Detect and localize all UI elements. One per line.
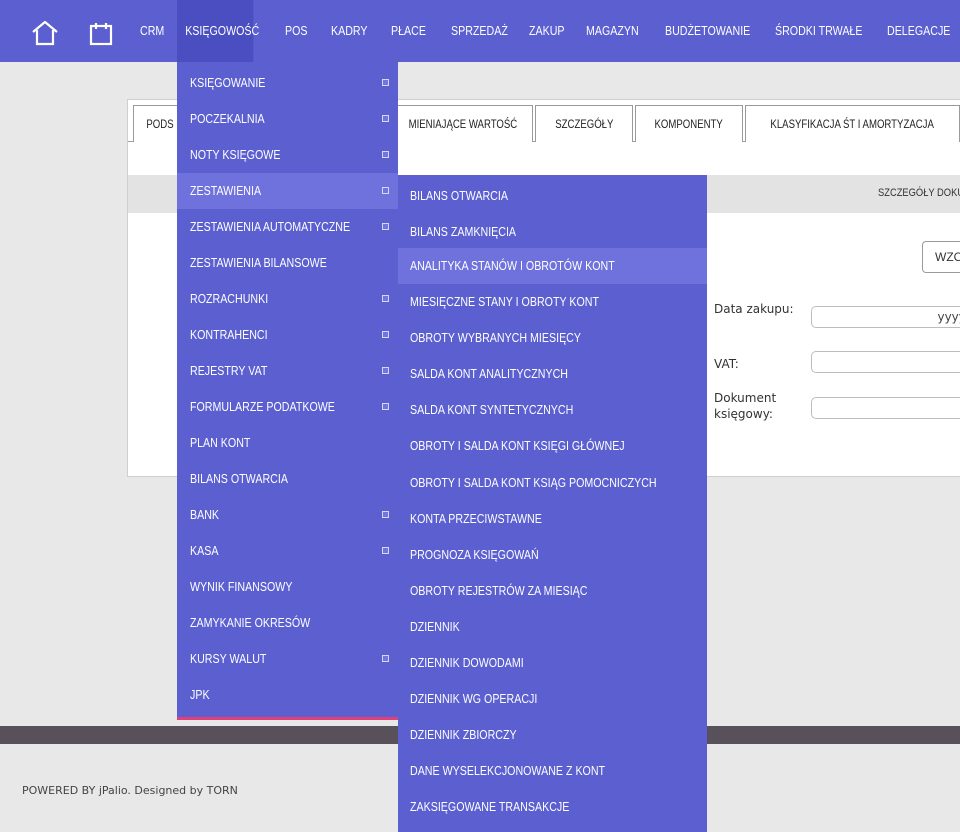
submenu-item-dziennik-zbiorczy[interactable]: DZIENNIK ZBIORCZY	[398, 717, 707, 753]
submenu-item-dziennik-dowodami[interactable]: DZIENNIK DOWODAMI	[398, 645, 707, 681]
submenu-item-obroty-ksiegi-glownej[interactable]: OBROTY I SALDA KONT KSIĘGI GŁÓWNEJ	[398, 428, 707, 464]
submenu-arrow-icon	[382, 547, 389, 554]
menu-item-zestawienia-automatyczne[interactable]: ZESTAWIENIA AUTOMATYCZNE	[177, 209, 398, 245]
submenu-item-dziennik-wg-operacji[interactable]: DZIENNIK WG OPERACJI	[398, 681, 707, 717]
calendar-icon[interactable]	[88, 21, 114, 47]
menu-item-formularze-podatkowe[interactable]: FORMULARZE PODATKOWE	[177, 389, 398, 425]
submenu-item-konta-przeciwstawne[interactable]: KONTA PRZECIWSTAWNE	[398, 501, 707, 537]
submenu-item-salda-syntetycznych[interactable]: SALDA KONT SYNTETYCZNYCH	[398, 392, 707, 428]
input-data-zakupu[interactable]: yyyy-	[811, 306, 960, 328]
menu-item-rejestry-vat[interactable]: REJESTRY VAT	[177, 353, 398, 389]
home-icon[interactable]	[30, 20, 60, 46]
submenu-arrow-icon	[382, 403, 389, 410]
menu-item-plan-kont[interactable]: PLAN KONT	[177, 425, 398, 461]
nav-item-pos[interactable]: POS	[285, 0, 308, 62]
menu-item-kasa[interactable]: KASA	[177, 533, 398, 569]
submenu-item-salda-analitycznych[interactable]: SALDA KONT ANALITYCZNYCH	[398, 356, 707, 392]
submenu-item-bilans-otwarcia[interactable]: BILANS OTWARCIA	[398, 178, 707, 214]
menu-item-noty-ksiegowe[interactable]: NOTY KSIĘGOWE	[177, 137, 398, 173]
nav-item-budzetowanie[interactable]: BUDŻETOWANIE	[665, 0, 750, 62]
tab-zmieniajace-wartosc[interactable]: MIENIAJĄCE WARTOŚĆ	[393, 105, 533, 142]
submenu-arrow-icon	[382, 79, 389, 86]
nav-item-crm[interactable]: CRM	[140, 0, 164, 62]
submenu-zestawienia: BILANS OTWARCIA BILANS ZAMKNIĘCIA ANALIT…	[398, 175, 707, 832]
dropdown-menu-ksiegowosc: KSIĘGOWANIE POCZEKALNIA NOTY KSIĘGOWE ZE…	[177, 62, 398, 719]
input-vat[interactable]	[811, 351, 960, 373]
dropdown-accent-line	[177, 717, 398, 720]
submenu-arrow-icon	[382, 223, 389, 230]
submenu-item-miesieczne-stany[interactable]: MIESIĘCZNE STANY I OBROTY KONT	[398, 284, 707, 320]
top-navbar: CRM KSIĘGOWOŚĆ POS KADRY PŁACE SPRZEDAŻ …	[0, 0, 960, 62]
menu-item-kursy-walut[interactable]: KURSY WALUT	[177, 641, 398, 677]
label-vat: VAT:	[714, 357, 739, 371]
menu-item-wynik-finansowy[interactable]: WYNIK FINANSOWY	[177, 569, 398, 605]
tab-klasyfikacja[interactable]: KLASYFIKACJA ŚT I AMORTYZACJA	[745, 105, 960, 142]
submenu-item-dziennik[interactable]: DZIENNIK	[398, 609, 707, 645]
menu-item-poczekalnia[interactable]: POCZEKALNIA	[177, 101, 398, 137]
submenu-arrow-icon	[382, 331, 389, 338]
tab-komponenty[interactable]: KOMPONENTY	[635, 105, 743, 142]
nav-item-magazyn[interactable]: MAGAZYN	[586, 0, 639, 62]
menu-item-bilans-otwarcia[interactable]: BILANS OTWARCIA	[177, 461, 398, 497]
nav-item-srodki-trwale[interactable]: ŚRODKI TRWAŁE	[775, 0, 862, 62]
menu-item-bank[interactable]: BANK	[177, 497, 398, 533]
nav-item-ksiegowosc[interactable]: KSIĘGOWOŚĆ	[177, 0, 259, 62]
submenu-arrow-icon	[382, 511, 389, 518]
nav-item-place[interactable]: PŁACE	[391, 0, 426, 62]
submenu-arrow-icon	[382, 367, 389, 374]
tab-szczegoly[interactable]: SZCZEGÓŁY	[535, 105, 633, 142]
label-data-zakupu: Data zakupu:	[714, 302, 794, 316]
menu-item-kontrahenci[interactable]: KONTRAHENCI	[177, 317, 398, 353]
menu-item-ksiegowanie[interactable]: KSIĘGOWANIE	[177, 65, 398, 101]
nav-item-zakup[interactable]: ZAKUP	[529, 0, 565, 62]
submenu-item-obroty-rejestrow[interactable]: OBROTY REJESTRÓW ZA MIESIĄC	[398, 573, 707, 609]
submenu-arrow-icon	[382, 151, 389, 158]
submenu-arrow-icon	[382, 655, 389, 662]
template-button[interactable]: WZO	[922, 241, 960, 273]
submenu-item-bilans-zamkniecia[interactable]: BILANS ZAMKNIĘCIA	[398, 214, 707, 250]
menu-item-rozrachunki[interactable]: ROZRACHUNKI	[177, 281, 398, 317]
menu-item-jpk[interactable]: JPK	[177, 677, 398, 713]
subheader-title: SZCZEGÓŁY DOKUM	[877, 187, 960, 199]
menu-item-zestawienia-bilansowe[interactable]: ZESTAWIENIA BILANSOWE	[177, 245, 398, 281]
submenu-arrow-icon	[382, 115, 389, 122]
menu-item-zestawienia[interactable]: ZESTAWIENIA	[177, 173, 398, 209]
menu-item-zamykanie-okresow[interactable]: ZAMYKANIE OKRESÓW	[177, 605, 398, 641]
submenu-item-obroty-ksiag-pomocniczych[interactable]: OBROTY I SALDA KONT KSIĄG POMOCNICZYCH	[398, 465, 707, 501]
submenu-item-zaksiegowane-transakcje[interactable]: ZAKSIĘGOWANE TRANSAKCJE	[398, 789, 707, 825]
nav-item-delegacje[interactable]: DELEGACJE	[887, 0, 950, 62]
submenu-item-analityka-stanow[interactable]: ANALITYKA STANÓW I OBROTÓW KONT	[398, 248, 707, 284]
label-dokument-ksiegowy: Dokument księgowy:	[714, 391, 777, 421]
input-dokument-ksiegowy[interactable]: T	[811, 397, 960, 419]
submenu-item-obroty-wybranych-miesiecy[interactable]: OBROTY WYBRANYCH MIESIĘCY	[398, 320, 707, 356]
nav-item-kadry[interactable]: KADRY	[331, 0, 368, 62]
footer-credits: POWERED BY jPalio. Designed by TORN	[22, 784, 238, 797]
nav-item-sprzedaz[interactable]: SPRZEDAŻ	[451, 0, 508, 62]
submenu-arrow-icon	[382, 187, 389, 194]
submenu-item-dane-wyselekcjonowane[interactable]: DANE WYSELEKCJONOWANE Z KONT	[398, 753, 707, 789]
submenu-arrow-icon	[382, 295, 389, 302]
submenu-item-prognoza-ksiegowan[interactable]: PROGNOZA KSIĘGOWAŃ	[398, 537, 707, 573]
